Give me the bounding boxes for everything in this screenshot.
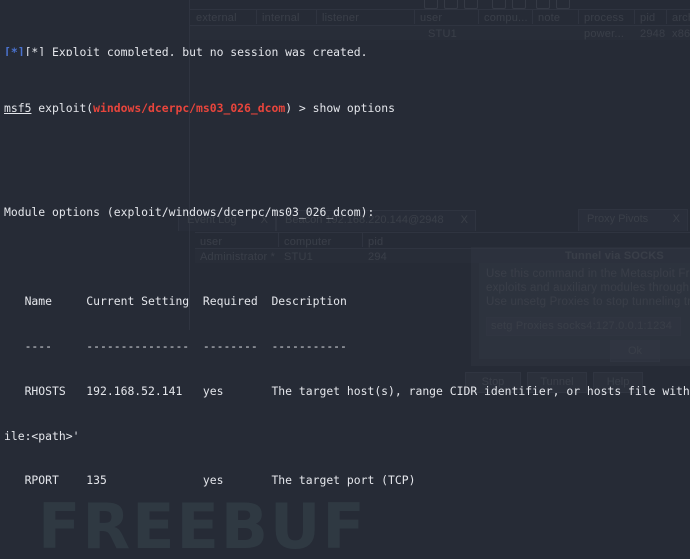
- terminal-line-text: [*] Exploit completed, but no session wa…: [24, 44, 368, 56]
- terminal-output[interactable]: [*][*] Exploit completed, but no session…: [0, 0, 690, 559]
- terminal-line: ---- --------------- -------- ----------…: [4, 339, 686, 354]
- terminal-line-text: RHOSTS 192.168.52.141 yes The target hos…: [4, 383, 690, 398]
- prompt-exploit-open: exploit(: [31, 100, 94, 115]
- terminal-line-text: RPORT 135 yes The target port (TCP): [4, 473, 416, 488]
- terminal-window[interactable]: external internal listener user compu...…: [0, 0, 690, 559]
- terminal-line: RHOSTS 192.168.52.141 yes The target hos…: [4, 384, 690, 399]
- terminal-line-prompt: msf5 exploit(windows/dcerpc/ms03_026_dco…: [4, 101, 686, 116]
- terminal-line: Name Current Setting Required Descriptio…: [4, 294, 686, 309]
- module-path: windows/dcerpc/ms03_026_dcom: [93, 100, 286, 115]
- terminal-line-text: Module options (exploit/windows/dcerpc/m…: [4, 204, 375, 219]
- msf-prompt: msf5: [4, 100, 32, 115]
- terminal-line: Module options (exploit/windows/dcerpc/m…: [4, 205, 686, 220]
- terminal-line-text: Name Current Setting Required Descriptio…: [4, 294, 347, 309]
- terminal-line-text: ---- --------------- -------- ----------…: [4, 339, 347, 354]
- terminal-line-text: ile:<path>': [4, 428, 80, 443]
- terminal-line: RPORT 135 yes The target port (TCP): [4, 473, 686, 488]
- terminal-line: [*][*] Exploit completed, but no session…: [4, 45, 686, 56]
- terminal-line: ile:<path>': [4, 429, 686, 444]
- terminal-command: > show options: [292, 100, 395, 115]
- status-marker: [*]: [4, 44, 25, 56]
